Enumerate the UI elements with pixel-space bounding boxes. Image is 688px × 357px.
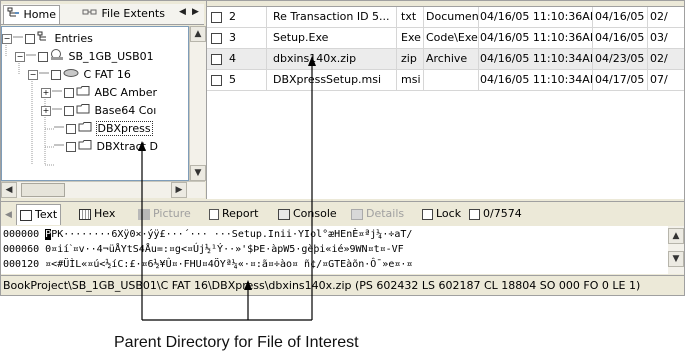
callout-arrow-path bbox=[244, 280, 252, 290]
callout-arrow-file bbox=[308, 56, 316, 66]
callout-lines bbox=[138, 56, 316, 321]
callout-arrow-folder bbox=[138, 141, 146, 151]
figure-caption: Parent Directory for File of Interest bbox=[114, 334, 359, 351]
